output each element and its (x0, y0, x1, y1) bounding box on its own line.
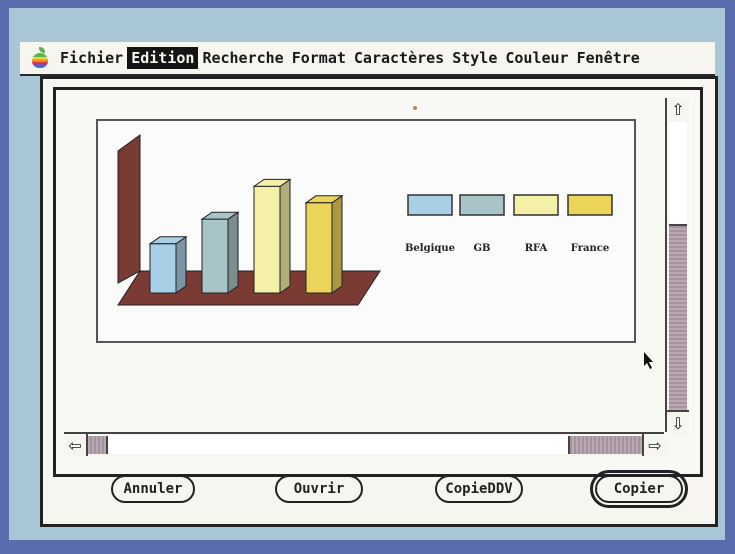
menu-couleur[interactable]: Couleur (501, 47, 572, 69)
clipboard-content: Belgique GB RFA France (56, 90, 654, 432)
arrow-up-icon[interactable]: ⇧ (667, 98, 689, 120)
cancel-button[interactable]: Annuler (111, 475, 195, 503)
arrow-right-icon[interactable]: ⇨ (642, 434, 666, 456)
chart-bar-2 (253, 185, 281, 294)
dialog-window: Belgique GB RFA France ⇧ ⇩ ⇦ ⇨ Annuler Ouvr… (40, 76, 718, 527)
menu-edition[interactable]: Edition (127, 47, 199, 69)
arrow-down-icon[interactable]: ⇩ (667, 410, 689, 434)
chart-bar-side-0 (175, 235, 187, 294)
legend-swatch-0 (407, 194, 453, 216)
button-row: Annuler Ouvrir CopieDDV Copier (43, 470, 715, 515)
legend-swatch-1 (459, 194, 505, 216)
bar-chart: Belgique GB RFA France (117, 134, 613, 306)
open-button[interactable]: Ouvrir (275, 475, 363, 503)
arrow-left-icon[interactable]: ⇦ (64, 434, 88, 456)
apple-logo-icon[interactable] (30, 47, 52, 69)
clipboard-view: Belgique GB RFA France ⇧ ⇩ ⇦ ⇨ (53, 87, 703, 477)
legend-swatch-2 (513, 194, 559, 216)
chart-bar-side-3 (331, 194, 343, 294)
menu-fichier[interactable]: Fichier (56, 47, 127, 69)
legend-label-3: France (571, 243, 609, 254)
horizontal-scroll-thumb[interactable] (106, 436, 570, 454)
copy-button[interactable]: Copier (590, 470, 688, 508)
chart-frame: Belgique GB RFA France (96, 119, 636, 343)
chart-bar-side-1 (227, 211, 239, 294)
chart-bar-1 (201, 218, 229, 294)
menu-format[interactable]: Format (288, 47, 350, 69)
legend-swatch-3 (567, 194, 613, 216)
chart-back-wall (117, 134, 141, 284)
menu-style[interactable]: Style (448, 47, 501, 69)
menu-bar: Fichier Edition Recherche Format Caractè… (20, 42, 715, 76)
marker-dot (413, 106, 417, 110)
copy-ddv-button[interactable]: CopieDDV (435, 475, 523, 503)
mouse-pointer-icon (644, 352, 653, 369)
chart-bar-0 (149, 243, 177, 294)
menu-caracteres[interactable]: Caractères (350, 47, 448, 69)
legend-label-1: GB (474, 243, 491, 254)
horizontal-scrollbar[interactable]: ⇦ ⇨ (64, 432, 666, 456)
legend-label-2: RFA (525, 243, 548, 254)
chart-bar-3 (305, 202, 333, 294)
vertical-scrollbar[interactable]: ⇧ ⇩ (665, 98, 689, 434)
menu-fenetre[interactable]: Fenêtre (573, 47, 644, 69)
menu-recherche[interactable]: Recherche (198, 47, 287, 69)
chart-bar-side-2 (279, 178, 291, 294)
vertical-scroll-thumb[interactable] (669, 122, 687, 226)
legend-label-0: Belgique (405, 243, 455, 254)
